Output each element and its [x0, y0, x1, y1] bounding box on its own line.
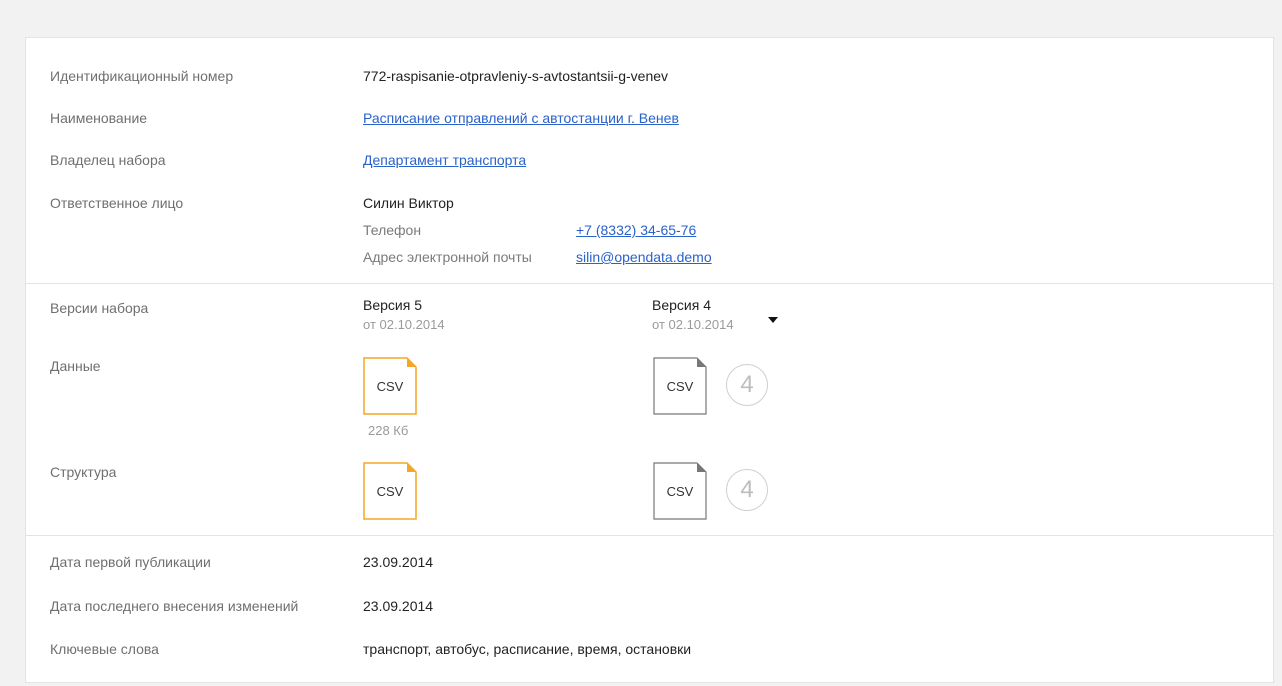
owner-link[interactable]: Департамент транспорта: [363, 152, 526, 168]
csv-file-format: CSV: [666, 378, 694, 394]
versions-label: Версии набора: [50, 300, 149, 316]
id-label: Идентификационный номер: [50, 68, 234, 84]
last-change-value: 23.09.2014: [363, 598, 434, 614]
section-divider: [26, 283, 1273, 284]
owner-label: Владелец набора: [50, 152, 166, 168]
data-label: Данные: [50, 358, 101, 374]
csv-file-icon[interactable]: CSV: [653, 462, 707, 520]
csv-file-format: CSV: [376, 483, 404, 499]
csv-file-format: CSV: [666, 483, 694, 499]
keywords-value: транспорт, автобус, расписание, время, о…: [363, 641, 692, 657]
version-previous-date: от 02.10.2014: [652, 317, 734, 332]
dataset-passport-card: Идентификационный номер 772-raspisanie-o…: [25, 37, 1274, 683]
structure-label: Структура: [50, 464, 117, 480]
email-link[interactable]: silin@opendata.demo: [576, 249, 712, 265]
csv-file-format: CSV: [376, 378, 404, 394]
file-size: 228 Кб: [368, 423, 409, 438]
id-value: 772-raspisanie-otpravleniy-s-avtostantsi…: [363, 68, 669, 84]
versions-count-badge[interactable]: 4: [726, 469, 768, 511]
phone-label: Телефон: [363, 222, 422, 238]
section-divider: [26, 535, 1273, 536]
version-dropdown-caret-icon[interactable]: [768, 317, 778, 323]
dataset-name-link[interactable]: Расписание отправлений с автостанции г. …: [363, 110, 679, 126]
csv-file-icon[interactable]: CSV: [363, 357, 417, 415]
csv-file-icon[interactable]: CSV: [363, 462, 417, 520]
name-label: Наименование: [50, 110, 148, 126]
csv-file-icon[interactable]: CSV: [653, 357, 707, 415]
version-current-title: Версия 5: [363, 297, 422, 313]
first-pub-label: Дата первой публикации: [50, 554, 211, 570]
email-label: Адрес электронной почты: [363, 249, 532, 265]
responsible-label: Ответственное лицо: [50, 195, 184, 211]
last-change-label: Дата последнего внесения изменений: [50, 598, 299, 614]
first-pub-value: 23.09.2014: [363, 554, 434, 570]
phone-link[interactable]: +7 (8332) 34-65-76: [576, 222, 696, 238]
keywords-label: Ключевые слова: [50, 641, 159, 657]
responsible-person: Силин Виктор: [363, 195, 454, 211]
versions-count-badge[interactable]: 4: [726, 364, 768, 406]
version-previous-title: Версия 4: [652, 297, 711, 313]
version-current-date: от 02.10.2014: [363, 317, 445, 332]
